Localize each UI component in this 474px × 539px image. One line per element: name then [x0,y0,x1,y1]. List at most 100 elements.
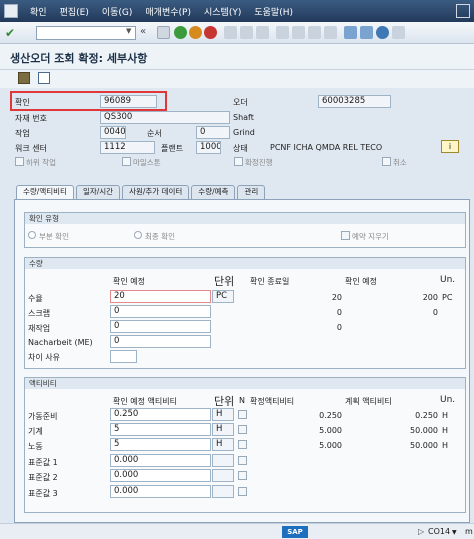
operation-field[interactable]: 0040 [100,126,126,139]
final-progress-label: 확정진행 [245,158,273,167]
qty-col-un: Un. [440,275,456,285]
sub-operation-label: 하위 작업 [26,158,56,167]
yield-unit-field[interactable]: PC [212,290,234,303]
rework-confirmed: 0 [336,323,342,332]
cancel-checkbox[interactable] [382,157,391,166]
variance-reason-field[interactable] [110,350,137,363]
std-value-3-field[interactable]: 0.000 [110,485,211,498]
menu-parameters[interactable]: 매개변수(P) [145,5,191,18]
tab-dates-times[interactable]: 일자/시간 [75,185,121,199]
std-value-2-unit-field[interactable] [212,469,234,482]
edit-document-icon[interactable] [38,72,50,84]
variance-reason-label: 차이 사유 [28,353,60,362]
scrap-field[interactable]: 0 [110,305,211,318]
system-status-text: PCNF ICHA QMDA REL TECO [270,143,383,152]
clear-reservation-label: 예약 지우기 [352,232,389,241]
std-value-2-field[interactable]: 0.000 [110,469,211,482]
rework-field[interactable]: 0 [110,320,211,333]
collapse-chevron-icon[interactable]: « [140,26,146,37]
setup-no-remaining-checkbox[interactable] [238,410,247,419]
tab-administration[interactable]: 관리 [237,185,266,199]
tab-quantity-forecast[interactable]: 수량/예측 [191,185,236,199]
final-confirmation-radio[interactable] [134,231,142,239]
yield-label: 수율 [28,294,43,303]
labor-planned-unit: H [442,441,449,450]
last-page-icon[interactable] [324,26,337,39]
command-field[interactable] [36,26,136,40]
act-col-confirmed: 확정액티비티 [250,397,295,406]
plant-label: 플랜트 [161,144,184,153]
nacharbeit-label: Nacharbeit (ME) [28,338,93,347]
tab-personnel-data[interactable]: 사원/추가 데이터 [122,185,190,199]
menu-goto[interactable]: 이동(G) [102,5,133,18]
final-confirmation-label: 최종 확인 [145,232,175,241]
operation-text: Grind [233,128,255,137]
qty-col-planned: 확인 예정 [345,277,377,286]
partial-confirmation-radio[interactable] [28,231,36,239]
status-arrow-icon[interactable]: ▷ [418,527,424,536]
enter-check-icon[interactable]: ✔ [5,26,19,40]
exit-icon[interactable] [189,26,202,39]
machine-field[interactable]: 5 [110,423,211,436]
yield-field[interactable]: 20 [110,290,211,303]
setup-planned-unit: H [442,411,449,420]
window-button[interactable] [456,4,470,18]
std-value-3-label: 표준값 3 [28,489,58,498]
confirmation-type-heading: 확인 유형 [25,213,465,224]
sequence-field[interactable]: 0 [196,126,230,139]
layout-menu-icon[interactable] [392,26,405,39]
shortcut-icon[interactable] [360,26,373,39]
tab-quantities-activities[interactable]: 수량/액티비티 [16,185,74,199]
nacharbeit-field[interactable]: 0 [110,335,211,348]
std-value-3-checkbox[interactable] [238,487,247,496]
menu-help[interactable]: 도움말(H) [254,5,293,18]
machine-no-remaining-checkbox[interactable] [238,425,247,434]
material-field[interactable]: QS300 [100,111,230,124]
work-center-field[interactable]: 1112 [100,141,155,154]
find-icon[interactable] [240,26,253,39]
labor-no-remaining-checkbox[interactable] [238,440,247,449]
final-progress-checkbox[interactable] [234,157,243,166]
info-icon[interactable]: i [441,140,459,153]
work-center-label: 워크 센터 [15,144,47,153]
first-page-icon[interactable] [276,26,289,39]
qty-col-unit: 단위 [214,275,235,288]
scrap-label: 스크랩 [28,309,51,318]
plant-field[interactable]: 1000 [196,141,221,154]
sub-operation-checkbox[interactable] [15,157,24,166]
std-value-2-checkbox[interactable] [238,471,247,480]
command-dropdown-icon[interactable]: ▼ [126,27,131,35]
print-icon[interactable] [224,26,237,39]
goods-movement-icon[interactable] [18,72,30,84]
new-session-icon[interactable] [344,26,357,39]
find-next-icon[interactable] [256,26,269,39]
setup-confirmed: 0.250 [319,411,342,420]
setup-unit-field[interactable]: H [212,408,234,421]
menu-system[interactable]: 시스템(Y) [204,5,241,18]
std-value-3-unit-field[interactable] [212,485,234,498]
labor-unit-field[interactable]: H [212,438,234,451]
order-field[interactable]: 60003285 [318,95,391,108]
std-value-1-unit-field[interactable] [212,454,234,467]
session-dropdown-icon[interactable]: ▼ [452,529,457,536]
milestone-checkbox[interactable] [122,157,131,166]
clear-reservation-checkbox[interactable] [341,231,350,240]
save-icon[interactable] [157,26,170,39]
confirmation-field[interactable]: 96089 [100,95,157,108]
menu-edit[interactable]: 편집(E) [60,5,89,18]
setup-label: 가동준비 [28,412,58,421]
screen-title-bar: 생산오더 조회 확정: 세부사항 [0,44,474,70]
cancel-icon[interactable] [204,26,217,39]
app-menu-icon[interactable] [4,4,18,18]
next-page-icon[interactable] [308,26,321,39]
setup-field[interactable]: 0.250 [110,408,211,421]
back-icon[interactable] [174,26,187,39]
help-icon[interactable] [376,26,389,39]
labor-field[interactable]: 5 [110,438,211,451]
machine-unit-field[interactable]: H [212,423,234,436]
std-value-1-checkbox[interactable] [238,456,247,465]
std-value-1-field[interactable]: 0.000 [110,454,211,467]
previous-page-icon[interactable] [292,26,305,39]
status-extra: m [465,527,473,536]
menu-confirm[interactable]: 확인 [30,5,47,18]
